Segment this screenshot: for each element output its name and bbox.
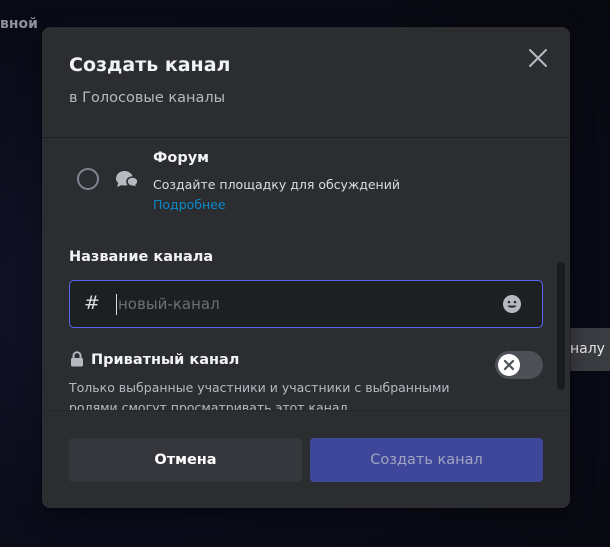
scrollbar[interactable]: [557, 142, 565, 412]
toggle-off-icon: [503, 359, 515, 371]
forum-title: Форум: [153, 150, 210, 166]
create-channel-button[interactable]: Создать канал: [310, 438, 543, 482]
channel-type-forum-option[interactable]: Форум Создайте площадку для обсуждений П…: [69, 138, 549, 218]
private-channel-description: Только выбранные участники и участники с…: [69, 380, 450, 410]
forum-learn-more-link[interactable]: Подробнее: [153, 197, 226, 212]
close-button[interactable]: [524, 44, 552, 72]
modal-subtitle: в Голосовые каналы: [69, 90, 226, 106]
hash-icon: #: [84, 292, 100, 314]
background-channel-fragment: вной: [0, 16, 38, 32]
modal-scroll-area: Форум Создайте площадку для обсуждений П…: [42, 138, 570, 410]
channel-name-label: Название канала: [69, 249, 214, 265]
modal-footer: Отмена Создать канал: [42, 410, 570, 508]
cancel-button[interactable]: Отмена: [69, 438, 302, 482]
channel-name-input[interactable]: [118, 289, 488, 319]
lock-icon: [71, 351, 83, 367]
channel-name-field[interactable]: #: [69, 280, 543, 328]
private-channel-setting: Приватный канал Только выбранные участни…: [69, 350, 549, 410]
modal-title: Создать канал: [69, 54, 231, 76]
forum-radio[interactable]: [77, 168, 99, 190]
create-channel-modal: Создать канал в Голосовые каналы Форум С…: [42, 27, 570, 508]
forum-icon: [116, 171, 139, 190]
emoji-icon[interactable]: [502, 294, 522, 314]
forum-description: Создайте площадку для обсуждений: [153, 177, 400, 192]
toggle-knob: [498, 354, 520, 376]
scrollbar-thumb[interactable]: [557, 262, 565, 390]
private-channel-toggle[interactable]: [495, 351, 543, 379]
private-channel-title: Приватный канал: [91, 352, 240, 368]
text-caret: [116, 294, 117, 315]
close-icon: [529, 49, 547, 67]
background-button-fragment: налу: [566, 328, 610, 371]
